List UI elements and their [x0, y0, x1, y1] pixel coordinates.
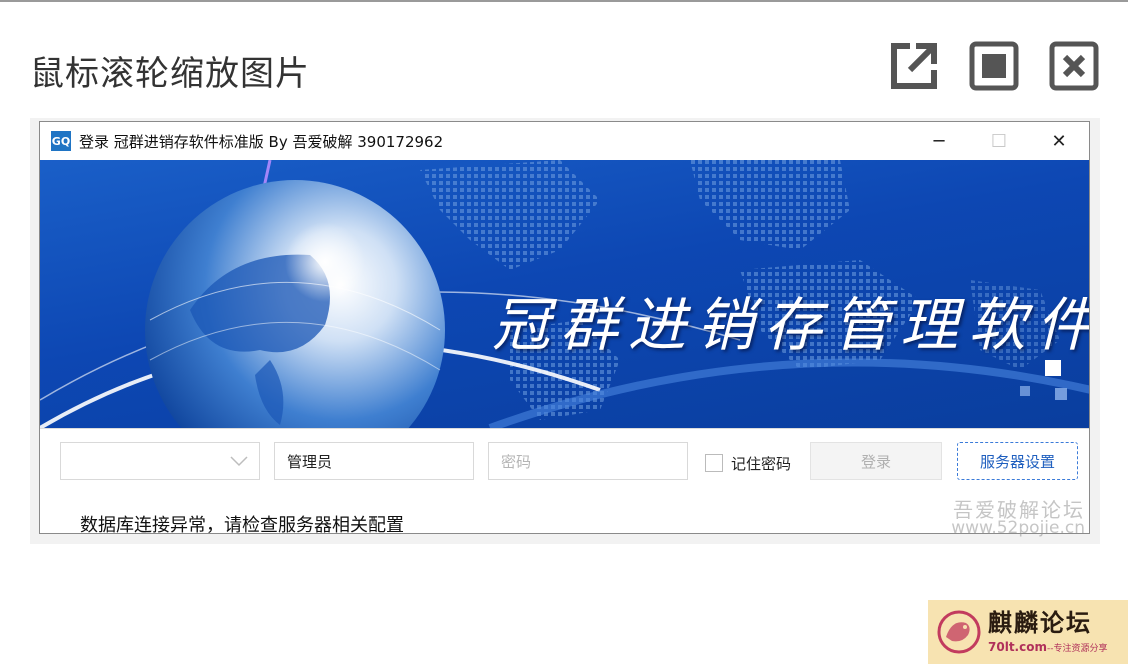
window-title: 登录 冠群进销存软件标准版 By 吾爱破解 390172962 [79, 132, 444, 151]
screenshot-image: GQ 登录 冠群进销存软件标准版 By 吾爱破解 390172962 ─ ☐ ✕ [30, 118, 1100, 544]
login-button[interactable]: 登录 [810, 442, 942, 480]
badge-forum-name: 麒麟论坛 [988, 607, 1092, 637]
close-icon [1049, 41, 1099, 91]
window-controls: ─ ☐ ✕ [909, 122, 1089, 160]
badge-text: 麒麟论坛 70lt.com--专注资源分享 [988, 607, 1108, 655]
password-input[interactable]: 密码 [488, 442, 688, 480]
watermark-url: www.52pojie.cn [951, 518, 1085, 538]
login-window: GQ 登录 冠群进销存软件标准版 By 吾爱破解 390172962 ─ ☐ ✕ [39, 121, 1090, 538]
badge-tagline: --专注资源分享 [1046, 643, 1108, 654]
qilin-logo-icon [937, 610, 981, 654]
remember-password-checkbox[interactable] [705, 454, 723, 472]
login-banner: 冠群进销存管理软件 [40, 160, 1089, 428]
viewer-title: 鼠标滚轮缩放图片 [30, 54, 310, 94]
minimize-button[interactable]: ─ [909, 122, 969, 160]
top-divider [0, 0, 1128, 2]
badge-url: 70lt.com [988, 639, 1047, 654]
banner-slogan: 冠群进销存管理软件 [492, 291, 1089, 359]
login-form: 管理员 密码 记住密码 登录 服务器设置 [40, 428, 1089, 497]
chevron-down-icon [230, 456, 248, 467]
remember-password-label: 记住密码 [731, 455, 792, 473]
fit-screen-icon [969, 41, 1019, 91]
username-input[interactable]: 管理员 [274, 442, 474, 480]
fit-screen-button[interactable] [968, 40, 1020, 92]
status-message: 数据库连接异常，请检查服务器相关配置 [80, 515, 404, 536]
server-settings-button[interactable]: 服务器设置 [957, 442, 1078, 480]
forum-badge: 麒麟论坛 70lt.com--专注资源分享 [928, 600, 1128, 664]
app-icon: GQ [51, 131, 71, 151]
open-external-button[interactable] [888, 40, 940, 92]
open-external-icon [891, 43, 937, 89]
viewer-toolbar [888, 40, 1100, 92]
company-select[interactable] [60, 442, 260, 480]
window-close-button[interactable]: ✕ [1029, 122, 1089, 160]
close-viewer-button[interactable] [1048, 40, 1100, 92]
maximize-button[interactable]: ☐ [969, 122, 1029, 160]
window-titlebar: GQ 登录 冠群进销存软件标准版 By 吾爱破解 390172962 ─ ☐ ✕ [40, 122, 1089, 160]
